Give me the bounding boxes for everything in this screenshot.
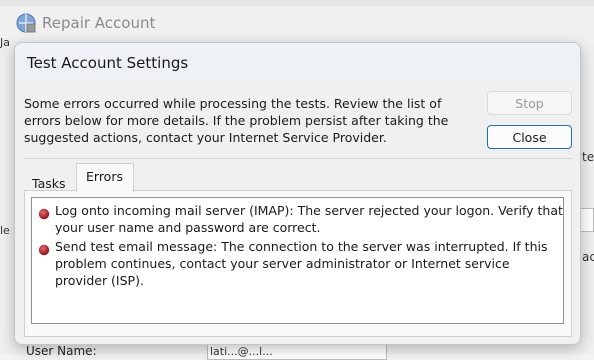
dialog-title: Test Account Settings [27,54,189,72]
tab-tasks[interactable]: Tasks [24,170,76,191]
error-message: Log onto incoming mail server (IMAP): Th… [55,203,563,235]
errors-tab-panel: Log onto incoming mail server (IMAP): Th… [24,190,572,337]
divider [24,158,572,159]
background-text: ac [582,250,594,264]
user-name-input[interactable]: lati...@...l... [207,344,387,360]
outlook-account-icon [15,12,37,34]
background-text: le [0,224,10,237]
errors-list[interactable]: Log onto incoming mail server (IMAP): Th… [31,197,564,324]
close-button[interactable]: Close [487,125,572,149]
tab-errors[interactable]: Errors [76,163,134,192]
error-icon [38,241,50,256]
window-title: Repair Account [42,14,156,32]
error-icon [38,205,50,220]
error-message: Send test email message: The connection … [55,239,548,288]
background-text: te [582,150,594,164]
background-toolbar-strip [0,0,594,6]
stop-button[interactable]: Stop [487,91,572,115]
user-name-label: User Name: [26,344,97,358]
error-summary-message: Some errors occurred while processing th… [24,96,449,145]
test-account-settings-dialog: Test Account Settings Some errors occurr… [14,42,581,345]
background-text: Ja [0,36,10,49]
